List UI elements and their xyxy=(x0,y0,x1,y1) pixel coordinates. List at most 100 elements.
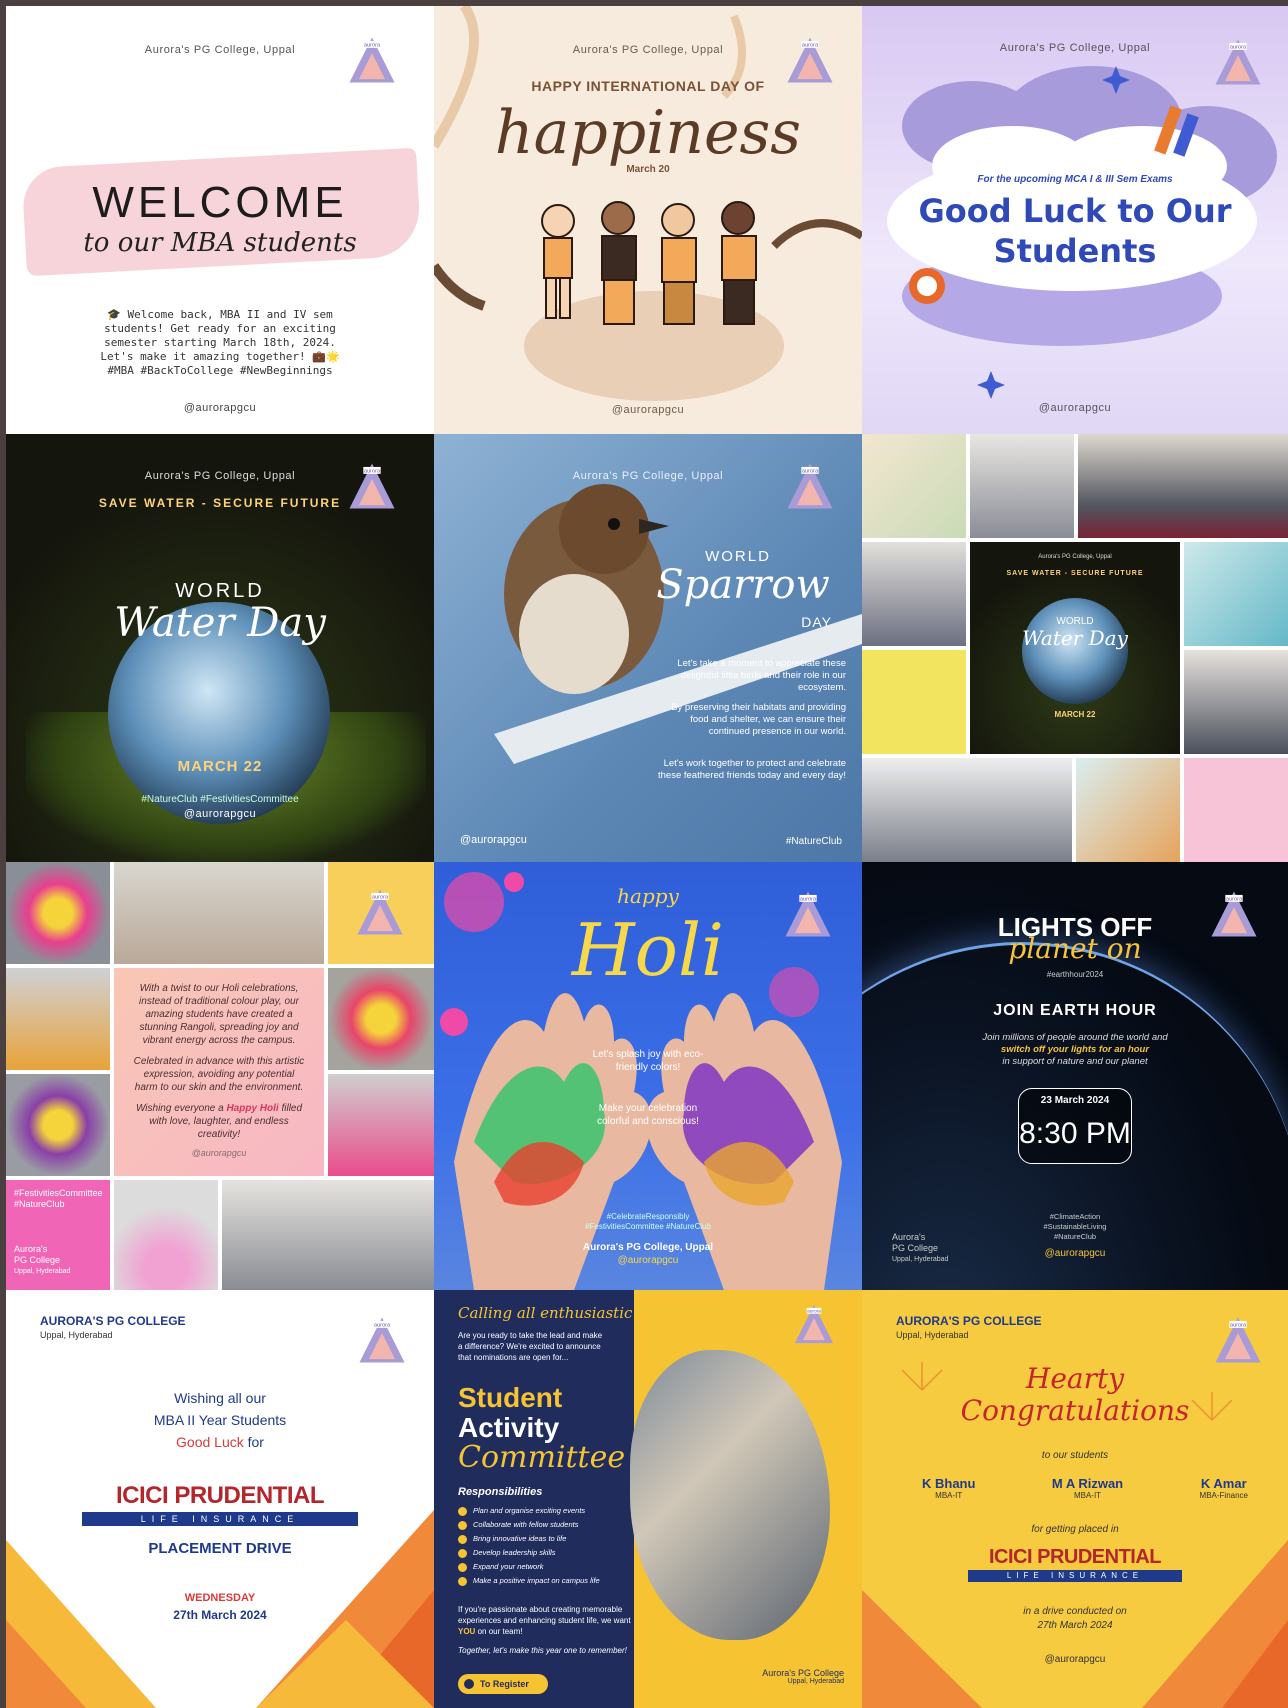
post-earth-hour[interactable]: LIGHTS OFF planet on #earthhour2024 JOIN… xyxy=(862,862,1288,1290)
welcome-title: WELCOME xyxy=(92,178,348,227)
hashtag: #earthhour2024 xyxy=(1046,970,1104,979)
photo-students xyxy=(970,434,1074,538)
college-block: Aurora's PG College Uppal, Hyderabad xyxy=(762,1668,844,1685)
responsibility-item: Expand your network xyxy=(458,1560,648,1574)
college-name-2: PG College xyxy=(14,1255,61,1265)
students-row: K Bhanu MBA-IT M A Rizwan MBA-IT K Amar MBA-F… xyxy=(922,1476,1248,1500)
photo-rangoli-making xyxy=(114,862,324,964)
student-entry: M A Rizwan MBA-IT xyxy=(1052,1476,1123,1500)
student-entry: K Amar MBA-Finance xyxy=(1200,1476,1248,1500)
congrats-to: to our students xyxy=(1041,1450,1109,1461)
photo-students xyxy=(862,542,966,646)
photo-students xyxy=(1184,650,1288,754)
icici-sub: LIFE INSURANCE xyxy=(968,1570,1182,1582)
post-world-sparrow-day[interactable]: Aurora's PG College, Uppal WORLD Sparrow… xyxy=(434,434,862,862)
register-label: To Register xyxy=(480,1679,529,1689)
congrats-drive-2: 27th March 2024 xyxy=(1037,1620,1113,1631)
post-welcome-mba[interactable]: Aurora's PG College, Uppal WELCOME to ou… xyxy=(6,6,434,434)
photo-rangoli xyxy=(6,1074,110,1176)
handle: @aurorapgcu xyxy=(617,1255,679,1266)
student-dept: MBA-IT xyxy=(1073,1491,1102,1500)
photo-drawing xyxy=(1076,758,1180,862)
placement-line-1: Wishing all our xyxy=(174,1390,266,1406)
handle: @aurorapgcu xyxy=(191,1148,247,1158)
logo-panel xyxy=(328,862,434,964)
photo-drawing xyxy=(1184,758,1288,862)
responsibility-item: Plan and organise exciting events xyxy=(458,1504,648,1518)
post-student-activity-committee[interactable]: Calling all enthusiastic students! Are y… xyxy=(434,1290,862,1708)
congrats-heading-1: Hearty xyxy=(1025,1362,1125,1395)
placement-day: WEDNESDAY xyxy=(184,1592,256,1604)
earth-join: JOIN EARTH HOUR xyxy=(993,1002,1157,1019)
goodluck-title-2: Students xyxy=(993,232,1157,270)
college-name: AURORA'S PG COLLEGE xyxy=(896,1314,1042,1328)
student-dept: MBA-Finance xyxy=(1199,1491,1248,1500)
check-icon xyxy=(458,1534,467,1544)
congrats-drive-1: in a drive conducted on xyxy=(1023,1606,1127,1617)
congrats-heading-2: Congratulations xyxy=(960,1394,1190,1427)
hashtag: #ClimateAction #SustainableLiving #Natur… xyxy=(1043,1212,1107,1241)
post-happy-holi[interactable]: happy Holi Let's splash joy with eco-fri… xyxy=(434,862,862,1290)
holi-text-1: Let's splash joy with eco-friendly color… xyxy=(592,1049,704,1073)
photo-drawing xyxy=(1184,542,1288,646)
responsibility-item: Bring innovative ideas to life xyxy=(458,1532,648,1546)
aurora-logo-icon xyxy=(784,460,836,512)
aurora-logo-icon xyxy=(1212,1314,1264,1366)
mini-arc: SAVE WATER - SECURE FUTURE xyxy=(1006,570,1144,577)
college-location: Uppal, Hyderabad xyxy=(896,1330,969,1340)
handle: @aurorapgcu xyxy=(1038,402,1112,414)
photo-rangoli xyxy=(328,968,434,1070)
responsibility-item: Make a positive impact on campus life xyxy=(458,1574,648,1588)
earth-date: 23 March 2024 xyxy=(1040,1095,1110,1106)
goodluck-title: Good Luck to Our xyxy=(918,192,1232,230)
sparrow-para-3: Let's work together to protect and celeb… xyxy=(657,758,846,781)
photo-drawing xyxy=(862,650,966,754)
handle: @aurorapgcu xyxy=(611,404,685,416)
check-icon xyxy=(458,1506,467,1516)
handle: @aurorapgcu xyxy=(1044,1248,1106,1259)
photo-group xyxy=(222,1180,434,1290)
handle: @aurorapgcu xyxy=(460,834,527,846)
committee-calling: Calling all enthusiastic students! xyxy=(458,1304,709,1322)
hashtag: #CelebrateResponsibly xyxy=(606,1212,690,1221)
committee-title-1: Student xyxy=(458,1382,563,1413)
aurora-logo-icon xyxy=(356,1314,408,1366)
post-icici-placement-drive[interactable]: AURORA'S PG COLLEGE Uppal, Hyderabad Wis… xyxy=(6,1290,434,1708)
responsibility-list: Plan and organise exciting events Collabo… xyxy=(458,1504,648,1588)
sparrow-script: Sparrow xyxy=(656,562,830,608)
mini-date: MARCH 22 xyxy=(1054,710,1096,719)
photo-students xyxy=(1078,434,1288,538)
committee-para: If you're passionate about creating memo… xyxy=(458,1605,631,1636)
play-icon xyxy=(464,1679,474,1689)
aurora-logo-icon xyxy=(354,886,406,938)
student-name: K Bhanu xyxy=(922,1476,976,1491)
college-location: Uppal, Hyderabad xyxy=(40,1330,113,1340)
post-world-water-day[interactable]: Aurora's PG College, Uppal SAVE WATER - … xyxy=(6,434,434,862)
mini-college: Aurora's PG College, Uppal xyxy=(1038,554,1112,560)
register-button[interactable]: To Register xyxy=(458,1674,548,1694)
mini-script: Water Day xyxy=(1022,626,1128,650)
holi-text-2: Make your celebration colorful and consc… xyxy=(597,1103,699,1127)
photo-group xyxy=(862,758,1072,862)
post-water-day-collage[interactable]: Aurora's PG College, Uppal SAVE WATER - … xyxy=(862,434,1288,862)
check-icon xyxy=(458,1562,467,1572)
welcome-body: 🎓 Welcome back, MBA II and IV sem studen… xyxy=(100,308,340,377)
happiness-heading: HAPPY INTERNATIONAL DAY OF xyxy=(531,78,765,94)
student-dept: MBA-IT xyxy=(935,1491,963,1500)
happiness-date: March 20 xyxy=(626,164,670,175)
photo-rangoli xyxy=(6,862,110,964)
post-happiness-day[interactable]: Aurora's PG College, Uppal HAPPY INTERNA… xyxy=(434,6,862,434)
mini-water-day-poster: Aurora's PG College, Uppal SAVE WATER - … xyxy=(970,542,1180,754)
hashtag: #FestivitiesCommittee #NatureClub xyxy=(585,1222,711,1231)
post-good-luck-mca[interactable]: Aurora's PG College, Uppal For the upcom… xyxy=(862,6,1288,434)
check-icon xyxy=(458,1520,467,1530)
post-hearty-congratulations[interactable]: AURORA'S PG COLLEGE Uppal, Hyderabad Hea… xyxy=(862,1290,1288,1708)
aurora-logo-icon xyxy=(1212,36,1264,88)
holi-para-1: With a twist to our Holi celebrations, i… xyxy=(139,983,299,1046)
crystal-ball xyxy=(1022,598,1128,704)
hashtag: #FestivitiesCommittee xyxy=(14,1188,103,1198)
water-date: MARCH 22 xyxy=(177,758,263,775)
children-illustration xyxy=(541,201,757,325)
post-holi-rangoli[interactable]: With a twist to our Holi celebrations, i… xyxy=(6,862,434,1290)
water-arc-text: SAVE WATER - SECURE FUTURE xyxy=(98,496,342,510)
